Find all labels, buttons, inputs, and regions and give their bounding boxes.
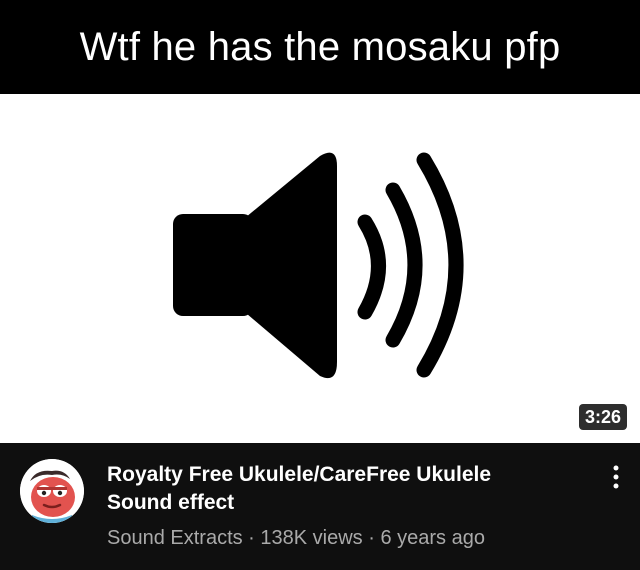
channel-name[interactable]: Sound Extracts bbox=[107, 527, 243, 549]
more-vertical-icon bbox=[613, 465, 619, 489]
more-options-button[interactable] bbox=[604, 457, 628, 497]
video-title[interactable]: Royalty Free Ukulele/CareFree Ukulele So… bbox=[107, 461, 577, 517]
video-meta: Royalty Free Ukulele/CareFree Ukulele So… bbox=[0, 443, 640, 570]
video-title-line1: Royalty Free Ukulele/CareFree Ukulele bbox=[107, 463, 492, 486]
view-count: 138K views bbox=[260, 527, 363, 549]
speaker-volume-icon bbox=[173, 152, 464, 379]
caption-bar: Wtf he has the mosaku pfp bbox=[0, 0, 640, 94]
video-thumbnail[interactable] bbox=[0, 94, 640, 443]
mosaku-avatar-icon bbox=[20, 459, 84, 523]
upload-age: 6 years ago bbox=[380, 527, 485, 549]
video-subline: Sound Extracts · 138K views · 6 years ag… bbox=[107, 527, 485, 550]
duration-badge: 3:26 bbox=[578, 404, 627, 430]
channel-avatar[interactable] bbox=[20, 459, 84, 523]
video-title-line2: Sound effect bbox=[107, 491, 235, 514]
separator: · bbox=[242, 527, 261, 549]
caption-text: Wtf he has the mosaku pfp bbox=[79, 24, 561, 69]
separator: · bbox=[362, 527, 381, 549]
